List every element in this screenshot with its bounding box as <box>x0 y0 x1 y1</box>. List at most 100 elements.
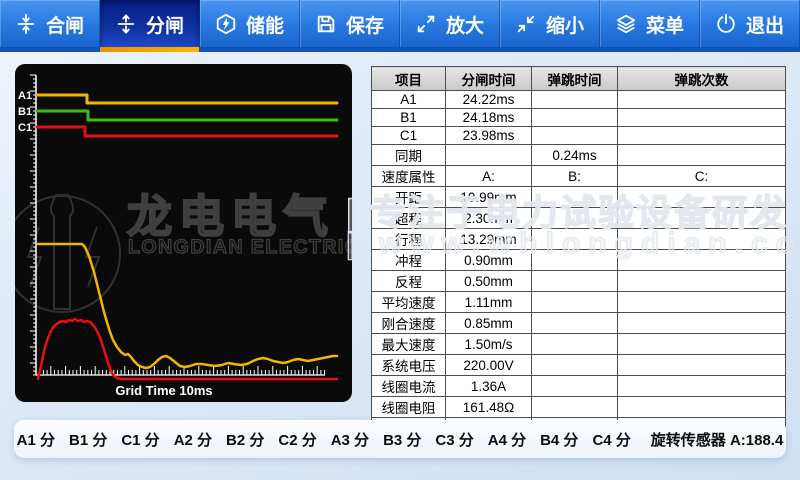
channel-status-a2: A2 分 <box>174 429 212 450</box>
app-screen: 合闸 分闸 储能 保存 放大 缩小 菜单 <box>0 0 800 480</box>
table-cell: 161.48Ω <box>446 397 532 418</box>
table-cell: B: <box>532 166 618 187</box>
results-table-wrap: 项目 分闸时间 弹跳时间 弹跳次数 A124.22msB124.18msC123… <box>371 66 786 404</box>
table-row[interactable]: 速度属性A:B:C: <box>372 166 786 187</box>
table-row[interactable]: 线圈电阻161.48Ω <box>372 397 786 418</box>
table-cell: 刚合速度 <box>372 313 446 334</box>
table-cell: 冲程 <box>372 250 446 271</box>
header-open-time: 分闸时间 <box>446 67 532 91</box>
save-button[interactable]: 保存 <box>300 0 400 52</box>
waveform-svg: A1 B1 C1 <box>15 64 352 402</box>
table-cell <box>618 127 786 145</box>
table-cell: 行程 <box>372 229 446 250</box>
table-cell <box>532 208 618 229</box>
table-row[interactable]: 反程0.50mm <box>372 271 786 292</box>
header-item: 项目 <box>372 67 446 91</box>
table-cell <box>618 313 786 334</box>
table-row[interactable]: C123.98ms <box>372 127 786 145</box>
table-cell: 开距 <box>372 187 446 208</box>
table-cell: 0.85mm <box>446 313 532 334</box>
energy-storage-button[interactable]: 储能 <box>200 0 300 52</box>
table-row[interactable]: 超程2.30mm <box>372 208 786 229</box>
active-tab-indicator <box>100 47 199 52</box>
table-cell: 23.98ms <box>446 127 532 145</box>
table-cell: 220.00V <box>446 355 532 376</box>
exit-button[interactable]: 退出 <box>700 0 800 52</box>
results-table-body: A124.22msB124.18msC123.98ms同期0.24ms速度属性A… <box>372 91 786 439</box>
trace-label: B1 <box>18 106 32 118</box>
table-row[interactable]: 开距10.99mm <box>372 187 786 208</box>
table-row[interactable]: 平均速度1.11mm <box>372 292 786 313</box>
channel-status-c1: C1 分 <box>121 429 159 450</box>
channel-status-a3: A3 分 <box>331 429 369 450</box>
table-cell <box>532 109 618 127</box>
rotary-sensor-reading: 旋转传感器 A:188.4 <box>651 429 784 450</box>
table-cell <box>532 376 618 397</box>
table-row[interactable]: 线圈电流1.36A <box>372 376 786 397</box>
energy-storage-label: 储能 <box>246 11 284 38</box>
table-cell: C1 <box>372 127 446 145</box>
table-cell <box>532 355 618 376</box>
table-cell <box>618 208 786 229</box>
save-label: 保存 <box>346 11 384 38</box>
table-cell <box>618 187 786 208</box>
save-icon <box>315 13 337 35</box>
table-cell: 0.50mm <box>446 271 532 292</box>
channel-status-bar: A1 分 B1 分 C1 分 A2 分 B2 分 C2 分 A3 分 B3 分 … <box>14 420 786 458</box>
table-cell: 1.50m/s <box>446 334 532 355</box>
table-cell <box>618 376 786 397</box>
table-row[interactable]: 最大速度1.50m/s <box>372 334 786 355</box>
table-row[interactable]: A124.22ms <box>372 91 786 109</box>
table-cell <box>532 292 618 313</box>
table-cell: 平均速度 <box>372 292 446 313</box>
table-cell: B1 <box>372 109 446 127</box>
table-cell <box>532 187 618 208</box>
channel-status-c3: C3 分 <box>435 429 473 450</box>
exit-icon <box>715 13 737 35</box>
table-cell <box>532 91 618 109</box>
open-switch-label: 分闸 <box>146 11 184 38</box>
table-cell: 1.11mm <box>446 292 532 313</box>
zoom-out-button[interactable]: 缩小 <box>500 0 600 52</box>
zoom-in-button[interactable]: 放大 <box>400 0 500 52</box>
table-cell <box>446 145 532 166</box>
table-cell <box>618 355 786 376</box>
table-row[interactable]: 冲程0.90mm <box>372 250 786 271</box>
table-cell: 0.24ms <box>532 145 618 166</box>
open-switch-button[interactable]: 分闸 <box>100 0 200 52</box>
exit-label: 退出 <box>746 11 784 38</box>
header-bounce-time: 弹跳时间 <box>532 67 618 91</box>
channel-status-c4: C4 分 <box>592 429 630 450</box>
trace-label: C1 <box>18 122 32 134</box>
table-row[interactable]: 刚合速度0.85mm <box>372 313 786 334</box>
toolbar: 合闸 分闸 储能 保存 放大 缩小 菜单 <box>0 0 800 52</box>
channel-status-a4: A4 分 <box>488 429 526 450</box>
table-cell <box>618 91 786 109</box>
table-cell: 反程 <box>372 271 446 292</box>
grid-time-caption: Grid Time 10ms <box>44 383 284 398</box>
menu-label: 菜单 <box>646 11 684 38</box>
menu-button[interactable]: 菜单 <box>600 0 700 52</box>
table-row[interactable]: 系统电压220.00V <box>372 355 786 376</box>
table-cell: A: <box>446 166 532 187</box>
table-cell: 速度属性 <box>372 166 446 187</box>
menu-icon <box>615 13 637 35</box>
table-cell: 同期 <box>372 145 446 166</box>
channel-status-b2: B2 分 <box>226 429 264 450</box>
table-cell: 2.30mm <box>446 208 532 229</box>
table-cell: C: <box>618 166 786 187</box>
channel-status-b3: B3 分 <box>383 429 421 450</box>
table-cell: 24.22ms <box>446 91 532 109</box>
table-cell: 线圈电阻 <box>372 397 446 418</box>
table-cell <box>618 292 786 313</box>
table-cell <box>532 271 618 292</box>
trace-label: A1 <box>18 90 32 102</box>
table-row[interactable]: 同期 0.24ms <box>372 145 786 166</box>
channel-status-b1: B1 分 <box>69 429 107 450</box>
table-row[interactable]: B124.18ms <box>372 109 786 127</box>
waveform-chart-panel[interactable]: 龙电电气 LONGDIAN ELECTRIC A1B1C1 Grid Time … <box>15 64 352 402</box>
table-cell <box>532 250 618 271</box>
table-cell: 0.90mm <box>446 250 532 271</box>
close-switch-button[interactable]: 合闸 <box>0 0 100 52</box>
table-row[interactable]: 行程13.29mm <box>372 229 786 250</box>
